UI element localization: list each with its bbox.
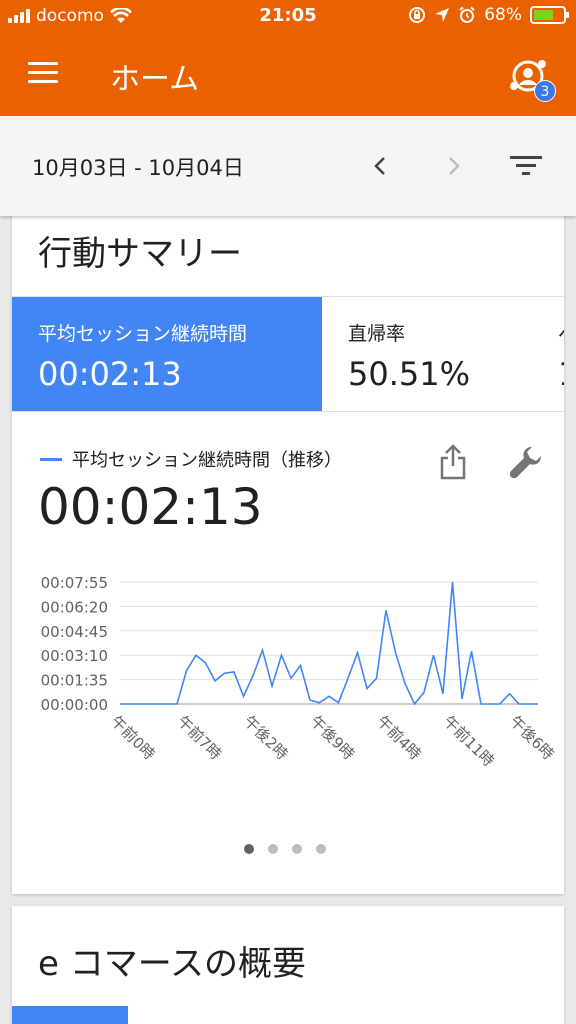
menu-icon[interactable] [28, 62, 58, 86]
metric-value: 50.51% [348, 355, 471, 393]
notification-badge: 3 [534, 80, 556, 102]
pager-dot[interactable] [244, 844, 254, 854]
share-icon[interactable] [438, 444, 468, 480]
battery-percent: 68% [484, 5, 522, 25]
chart-legend: 平均セッション継続時間（推移） [40, 446, 342, 472]
card-title: 行動サマリー [38, 234, 242, 274]
y-tick-label: 00:03:10 [41, 647, 108, 665]
y-tick-label: 00:04:45 [41, 623, 108, 641]
page-title: ホーム [110, 62, 200, 97]
chevron-left-icon[interactable] [368, 152, 392, 180]
metric-value: 00:02:13 [38, 355, 182, 393]
rotation-lock-icon [409, 7, 426, 23]
trend-value: 00:02:13 [38, 478, 263, 536]
pager-dot[interactable] [316, 844, 326, 854]
pager-dot[interactable] [292, 844, 302, 854]
pager-dots [244, 844, 326, 854]
battery-icon [530, 6, 569, 24]
date-range-bar: 10月03日 - 10月04日 [0, 116, 576, 216]
x-tick-label: 午前7時 [174, 712, 225, 763]
x-tick-label: 午後9時 [307, 712, 358, 763]
x-tick-label: 午後2時 [240, 712, 291, 763]
metric-tabs: 平均セッション継続時間 00:02:13 直帰率 50.51% ペ 1. [12, 296, 564, 412]
metric-tab-active[interactable] [12, 1006, 128, 1024]
metric-label: ペ [558, 319, 564, 346]
x-tick-label: 午後6時 [506, 712, 557, 763]
status-bar: docomo 21:05 68% [0, 0, 576, 32]
metric-label: 直帰率 [348, 323, 406, 345]
app-header: docomo 21:05 68% ホーム 3 [0, 0, 576, 116]
date-range-label[interactable]: 10月03日 - 10月04日 [32, 152, 244, 182]
ecommerce-summary-card: e コマースの概要 [12, 906, 564, 1024]
chevron-right-icon[interactable] [442, 152, 466, 180]
series-line [120, 581, 538, 706]
metric-value: 1. [558, 355, 564, 393]
pager-dot[interactable] [268, 844, 278, 854]
location-icon [435, 8, 450, 22]
legend-label: 平均セッション継続時間（推移） [72, 450, 342, 471]
trend-chart: 00:00:00 00:01:35 00:03:10 00:04:45 00:06:20… [41, 574, 558, 770]
app-bar: ホーム 3 [0, 32, 576, 116]
y-tick-label: 00:00:00 [41, 696, 108, 714]
legend-swatch [40, 457, 62, 461]
metric-tab-pages[interactable]: ペ 1. [532, 297, 564, 411]
y-tick-label: 00:01:35 [41, 672, 108, 690]
metric-tab-avg-session-duration[interactable]: 平均セッション継続時間 00:02:13 [12, 297, 322, 411]
x-tick-label: 午前11時 [440, 712, 498, 770]
x-tick-label: 午前4時 [373, 712, 424, 763]
card-title: e コマースの概要 [38, 944, 307, 984]
metric-tab-bounce-rate[interactable]: 直帰率 50.51% [322, 297, 532, 411]
y-tick-label: 00:06:20 [41, 598, 108, 616]
filter-icon[interactable] [510, 154, 542, 178]
alarm-icon [459, 6, 475, 23]
y-tick-label: 00:07:55 [41, 574, 108, 592]
behavior-summary-card: 行動サマリー 平均セッション継続時間 00:02:13 直帰率 50.51% ペ… [12, 200, 564, 894]
metric-label: 平均セッション継続時間 [38, 323, 248, 345]
wrench-icon[interactable] [508, 444, 544, 480]
x-tick-label: 午前0時 [107, 712, 158, 763]
